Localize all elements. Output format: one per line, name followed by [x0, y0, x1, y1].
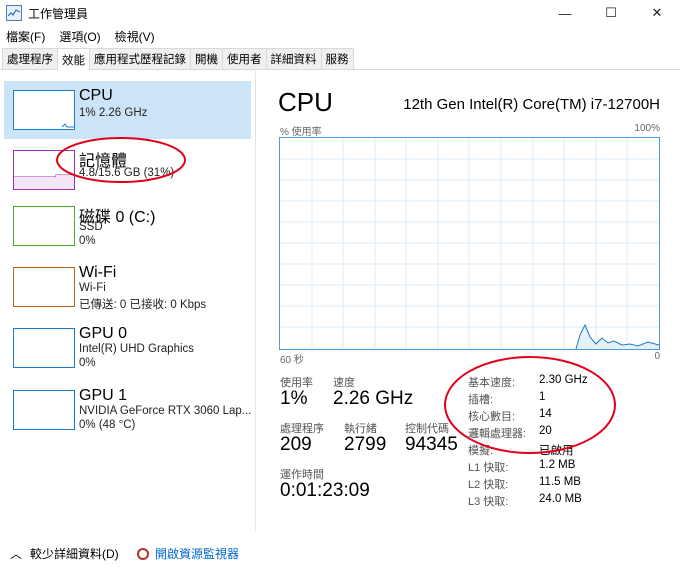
- spec-value: 1.2 MB: [539, 459, 576, 471]
- fewer-details-button[interactable]: ︿ 較少詳細資料(D): [10, 545, 119, 562]
- spec-value: 1: [539, 391, 546, 403]
- spec-label: L3 快取:: [468, 496, 509, 508]
- close-button[interactable]: ✕: [634, 0, 680, 26]
- chevron-up-icon: ︿: [10, 547, 23, 561]
- resource-list: CPU 1% 2.26 GHz 記憶體 4.8/15.6 GB (31%) 磁碟…: [0, 71, 256, 531]
- perf-item-wifi[interactable]: Wi-Fi Wi-Fi 已傳送: 0 已接收: 0 Kbps: [4, 258, 251, 316]
- perf-item-usage: 0%: [79, 357, 96, 369]
- perf-item-detail: Wi-Fi: [79, 282, 106, 294]
- disk-thumbnail-graph: [13, 206, 75, 246]
- graph-y-max: 100%: [634, 123, 660, 134]
- tab-app-history[interactable]: 應用程式歷程記錄: [89, 48, 191, 69]
- task-manager-icon: [6, 5, 22, 21]
- window-title: 工作管理員: [28, 6, 89, 21]
- open-resource-monitor-label: 開啟資源監視器: [155, 547, 240, 561]
- spec-label: 模擬:: [468, 445, 494, 457]
- resource-monitor-icon: [137, 547, 149, 560]
- tab-startup[interactable]: 開機: [190, 48, 223, 69]
- status-bar: ︿ 較少詳細資料(D) 開啟資源監視器: [0, 540, 680, 564]
- cpu-thumbnail-graph: [13, 90, 75, 130]
- minimize-button[interactable]: —: [542, 0, 588, 26]
- spec-label: 核心數目:: [468, 411, 516, 423]
- fewer-details-label: 較少詳細資料(D): [30, 547, 119, 561]
- graph-y-min: 0: [654, 351, 660, 362]
- perf-item-usage: 0% (48 °C): [79, 419, 136, 431]
- usage-value: 1%: [280, 388, 308, 409]
- spec-label: L1 快取:: [468, 462, 509, 474]
- spec-label: 邏輯處理器:: [468, 428, 527, 440]
- spec-value: 已啟用: [539, 445, 574, 457]
- perf-item-throughput: 已傳送: 0 已接收: 0 Kbps: [79, 299, 207, 311]
- menu-bar: 檔案(F) 選項(O) 檢視(V): [0, 26, 169, 46]
- perf-item-gpu0[interactable]: GPU 0 Intel(R) UHD Graphics 0%: [4, 319, 251, 377]
- perf-item-detail: NVIDIA GeForce RTX 3060 Lap...: [79, 405, 252, 417]
- spec-value: 14: [539, 408, 552, 420]
- cpu-usage-graph: [279, 137, 660, 350]
- detail-title: CPU: [278, 87, 333, 117]
- spec-label: 插槽:: [468, 394, 494, 406]
- memory-thumbnail-graph: [13, 150, 75, 190]
- perf-item-name: GPU 0: [79, 325, 128, 342]
- perf-item-name: GPU 1: [79, 387, 128, 404]
- perf-item-disk0[interactable]: 磁碟 0 (C:) SSD 0%: [4, 197, 251, 255]
- gpu1-thumbnail-graph: [13, 390, 75, 430]
- graph-y-label: % 使用率: [280, 127, 322, 138]
- cpu-model-name: 12th Gen Intel(R) Core(TM) i7-12700H: [403, 96, 660, 113]
- maximize-button[interactable]: ☐: [588, 0, 634, 26]
- wifi-thumbnail-graph: [13, 267, 75, 307]
- perf-item-detail: SSD: [79, 221, 103, 233]
- perf-item-memory[interactable]: 記憶體 4.8/15.6 GB (31%): [4, 141, 251, 199]
- uptime-value: 0:01:23:09: [280, 480, 370, 501]
- tab-services[interactable]: 服務: [320, 48, 354, 69]
- perf-item-detail: 4.8/15.6 GB (31%): [79, 167, 175, 179]
- graph-time-span: 60 秒: [280, 355, 304, 366]
- spec-value: 24.0 MB: [539, 493, 582, 505]
- tab-processes[interactable]: 處理程序: [2, 48, 58, 69]
- handles-value: 94345: [405, 434, 458, 455]
- menu-view[interactable]: 檢視(V): [115, 28, 155, 45]
- perf-item-cpu[interactable]: CPU 1% 2.26 GHz: [4, 81, 251, 139]
- spec-label: 基本速度:: [468, 377, 516, 389]
- perf-item-detail: Intel(R) UHD Graphics: [79, 343, 195, 355]
- tab-users[interactable]: 使用者: [222, 48, 267, 69]
- processes-value: 209: [280, 434, 312, 455]
- open-resource-monitor-link[interactable]: 開啟資源監視器: [137, 545, 239, 562]
- spec-value: 20: [539, 425, 552, 437]
- menu-options[interactable]: 選項(O): [59, 28, 100, 45]
- menu-file[interactable]: 檔案(F): [6, 28, 45, 45]
- cpu-detail-panel: CPU 12th Gen Intel(R) Core(TM) i7-12700H…: [262, 71, 680, 531]
- speed-value: 2.26 GHz: [333, 388, 414, 409]
- perf-item-detail: 1% 2.26 GHz: [79, 107, 148, 119]
- threads-value: 2799: [344, 434, 387, 455]
- tab-performance[interactable]: 效能: [57, 48, 90, 70]
- title-bar: 工作管理員 — ☐ ✕: [0, 0, 680, 26]
- spec-value: 2.30 GHz: [539, 374, 588, 386]
- spec-label: L2 快取:: [468, 479, 509, 491]
- perf-item-name: Wi-Fi: [79, 264, 117, 281]
- tab-strip: 處理程序 效能 應用程式歷程記錄 開機 使用者 詳細資料 服務: [0, 48, 680, 70]
- tab-details[interactable]: 詳細資料: [265, 48, 322, 69]
- spec-value: 11.5 MB: [539, 476, 581, 488]
- perf-item-gpu1[interactable]: GPU 1 NVIDIA GeForce RTX 3060 Lap... 0% …: [4, 381, 251, 439]
- perf-item-name: CPU: [79, 87, 113, 104]
- perf-item-usage: 0%: [79, 235, 96, 247]
- gpu0-thumbnail-graph: [13, 328, 75, 368]
